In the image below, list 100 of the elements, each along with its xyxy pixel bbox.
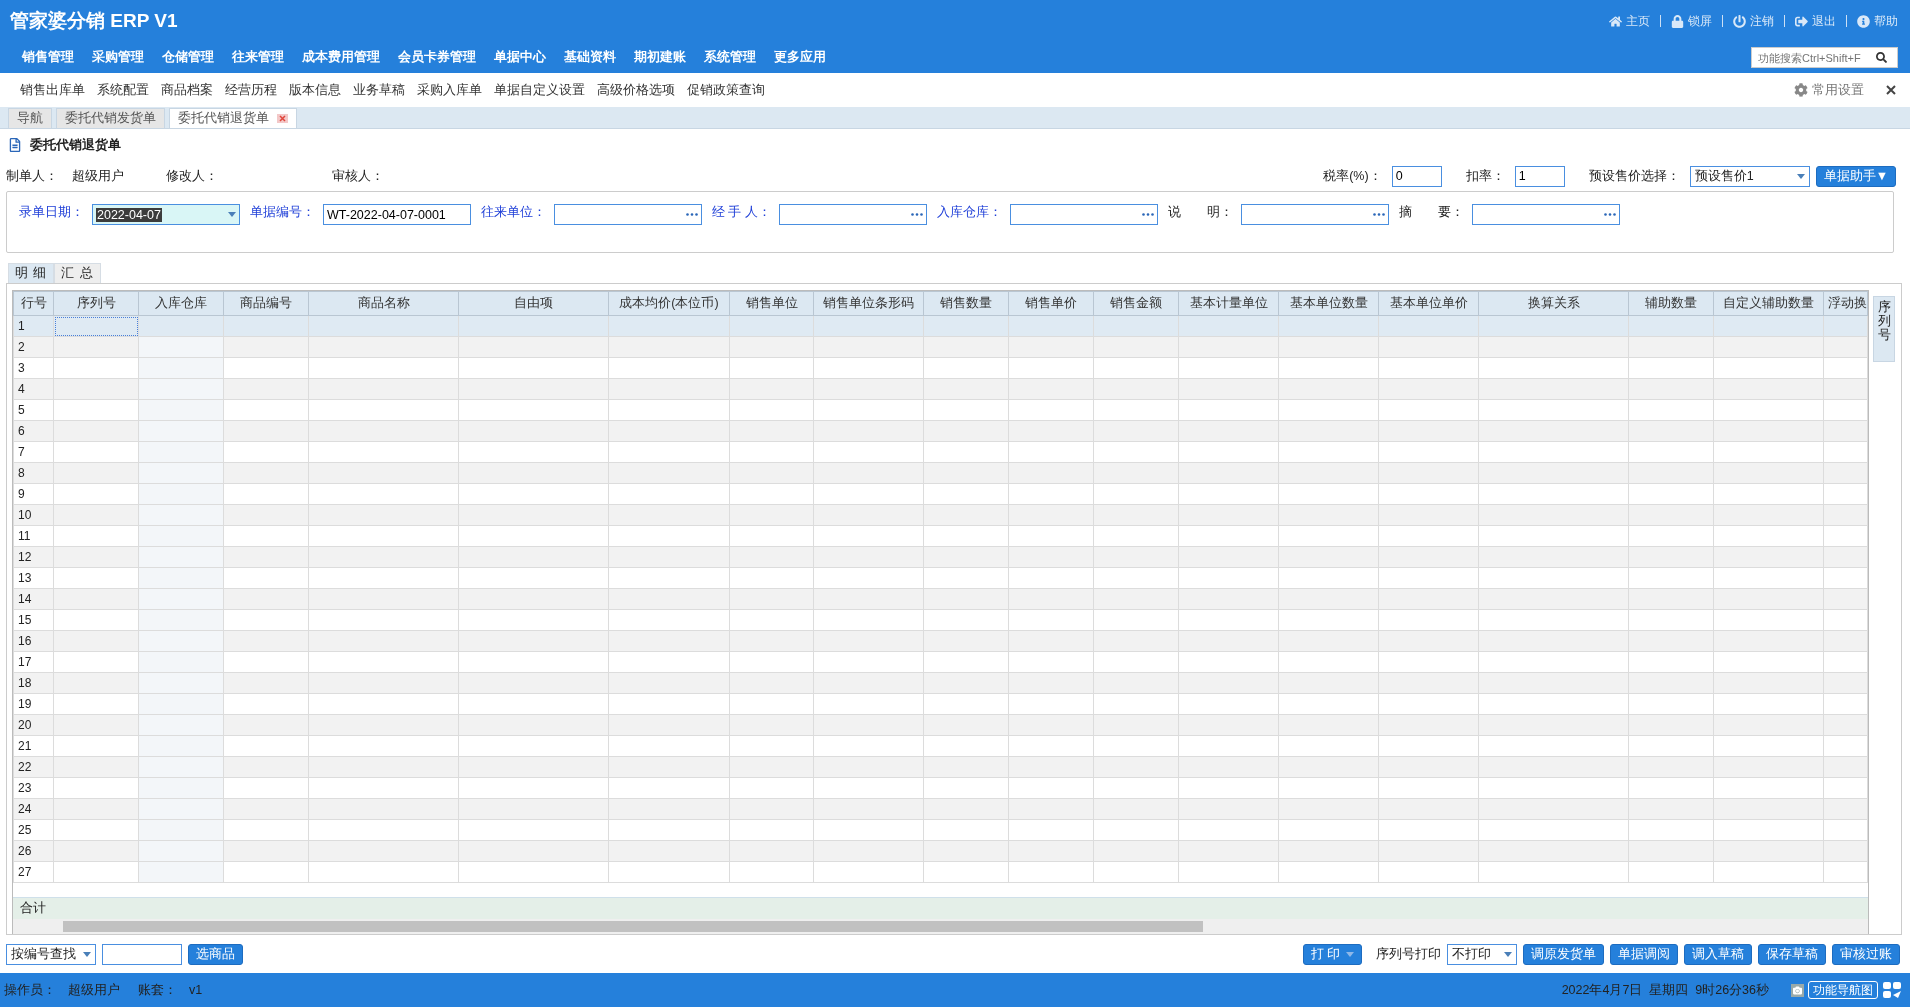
shortcut-link[interactable]: 采购入库单: [417, 81, 482, 99]
column-header[interactable]: 换算关系: [1478, 291, 1629, 316]
menu-item[interactable]: 仓储管理: [162, 49, 214, 66]
column-header[interactable]: 销售单位: [729, 291, 814, 316]
lookup-field[interactable]: [1240, 204, 1389, 225]
nav-map-button[interactable]: 功能导航图: [1808, 981, 1878, 999]
lookup-field[interactable]: [778, 204, 927, 225]
pick-goods-button[interactable]: 选商品: [188, 943, 243, 965]
menu-item[interactable]: 单据中心: [494, 49, 546, 66]
find-mode-select[interactable]: 按编号查找: [6, 943, 96, 965]
shortcut-link[interactable]: 系统配置: [97, 81, 149, 99]
menu-item[interactable]: 销售管理: [22, 49, 74, 66]
settings-icon[interactable]: [1794, 83, 1808, 97]
action-button[interactable]: 单据调阅: [1610, 943, 1678, 965]
top-link[interactable]: 主页: [1609, 12, 1650, 30]
close-icon[interactable]: [1886, 85, 1896, 95]
row-number: 22: [13, 756, 54, 778]
column-header[interactable]: 序列号: [53, 291, 139, 316]
power-icon: [1733, 14, 1746, 28]
column-header[interactable]: 销售单价: [1008, 291, 1094, 316]
more-icon[interactable]: [1603, 213, 1616, 216]
serial-print-select[interactable]: 不打印: [1447, 943, 1517, 965]
shortcut-link[interactable]: 销售出库单: [20, 81, 85, 99]
date-select[interactable]: 2022-04-07: [92, 204, 240, 225]
column-header[interactable]: 销售单位条形码: [813, 291, 924, 316]
column-header[interactable]: 基本单位单价: [1378, 291, 1479, 316]
shortcut-link[interactable]: 业务草稿: [353, 81, 405, 99]
menu-item[interactable]: 基础资料: [564, 49, 616, 66]
shortcut-link[interactable]: 促销政策查询: [687, 81, 765, 99]
menu-item[interactable]: 采购管理: [92, 49, 144, 66]
more-icon[interactable]: [910, 213, 923, 216]
row-number: 6: [13, 420, 54, 442]
camera-icon[interactable]: [1791, 983, 1804, 997]
search-field[interactable]: 功能搜索Ctrl+Shift+F: [1751, 47, 1898, 68]
menu-item[interactable]: 更多应用: [774, 49, 826, 66]
column-header[interactable]: 入库仓库: [138, 291, 224, 316]
lookup-field[interactable]: [554, 204, 702, 225]
column-header[interactable]: 基本计量单位: [1178, 291, 1279, 316]
input-field[interactable]: WT-2022-04-07-0001: [323, 204, 471, 225]
field-label: 入库仓库：: [936, 204, 1002, 221]
shortcut-link[interactable]: 经营历程: [225, 81, 277, 99]
row-number: 24: [13, 798, 54, 820]
column-header[interactable]: 辅助数量: [1628, 291, 1714, 316]
action-button[interactable]: 调入草稿: [1684, 943, 1752, 965]
helper-button[interactable]: 单据助手▼: [1815, 165, 1896, 187]
field-label: 修改人：: [166, 167, 218, 185]
row-number: 3: [13, 357, 54, 379]
price-select[interactable]: 预设售价1: [1689, 165, 1810, 187]
column-header[interactable]: 商品编号: [223, 291, 309, 316]
action-button[interactable]: 保存草稿: [1758, 943, 1826, 965]
menu-item[interactable]: 成本费用管理: [302, 49, 380, 66]
row-number: 21: [13, 735, 54, 757]
horizontal-scrollbar[interactable]: [13, 919, 1868, 934]
shortcut-link[interactable]: 高级价格选项: [597, 81, 675, 99]
row-number: 10: [13, 504, 54, 526]
menu-item[interactable]: 期初建账: [634, 49, 686, 66]
row-number: 26: [13, 840, 54, 862]
field-label: 扣率：: [1465, 167, 1505, 185]
column-header[interactable]: 行号: [13, 291, 54, 316]
row-number: 2: [13, 336, 54, 358]
grid-tab[interactable]: 汇 总: [54, 263, 101, 283]
column-header[interactable]: 浮动换: [1823, 291, 1867, 316]
document-tab[interactable]: 导航: [8, 108, 52, 128]
shortcut-link[interactable]: 版本信息: [289, 81, 341, 99]
shortcut-link[interactable]: 商品档案: [161, 81, 213, 99]
column-header[interactable]: 自定义辅助数量: [1713, 291, 1824, 316]
top-link[interactable]: 退出: [1795, 12, 1836, 30]
document-tab[interactable]: 委托代销退货单: [169, 108, 297, 128]
grid-tab[interactable]: 明 细: [8, 263, 55, 283]
more-icon[interactable]: [1141, 213, 1154, 216]
field-label: 往来单位：: [481, 204, 546, 221]
column-header[interactable]: 销售金额: [1093, 291, 1179, 316]
row-number: 1: [13, 315, 54, 337]
find-field[interactable]: [102, 943, 182, 965]
grid-icon[interactable]: [1882, 981, 1902, 999]
more-icon[interactable]: [1372, 213, 1385, 216]
column-header[interactable]: 自由项: [458, 291, 609, 316]
shortcut-link[interactable]: 单据自定义设置: [494, 81, 585, 99]
row-number: 17: [13, 651, 54, 673]
menu-item[interactable]: 会员卡券管理: [398, 49, 476, 66]
action-button[interactable]: 调原发货单: [1523, 943, 1604, 965]
lookup-field[interactable]: [1471, 204, 1620, 225]
side-tab[interactable]: 序列号: [1872, 296, 1895, 362]
print-button[interactable]: 打 印: [1302, 943, 1362, 965]
search-icon[interactable]: [1876, 52, 1887, 63]
column-header[interactable]: 销售数量: [923, 291, 1009, 316]
more-icon[interactable]: [686, 213, 698, 216]
menu-item[interactable]: 往来管理: [232, 49, 284, 66]
column-header[interactable]: 基本单位数量: [1278, 291, 1379, 316]
settings-link[interactable]: 常用设置: [1812, 81, 1864, 99]
action-button[interactable]: 审核过账: [1832, 943, 1900, 965]
column-header[interactable]: 成本均价(本位币): [608, 291, 730, 316]
document-icon: [8, 138, 22, 152]
document-tab[interactable]: 委托代销发货单: [56, 108, 165, 128]
input-field[interactable]: 0: [1391, 165, 1442, 187]
date-time: 2022年4月7日 星期四 9时26分36秒: [1561, 981, 1769, 999]
column-header[interactable]: 商品名称: [308, 291, 459, 316]
menu-item[interactable]: 系统管理: [704, 49, 756, 66]
input-field[interactable]: 1: [1514, 165, 1565, 187]
lookup-field[interactable]: [1009, 204, 1158, 225]
